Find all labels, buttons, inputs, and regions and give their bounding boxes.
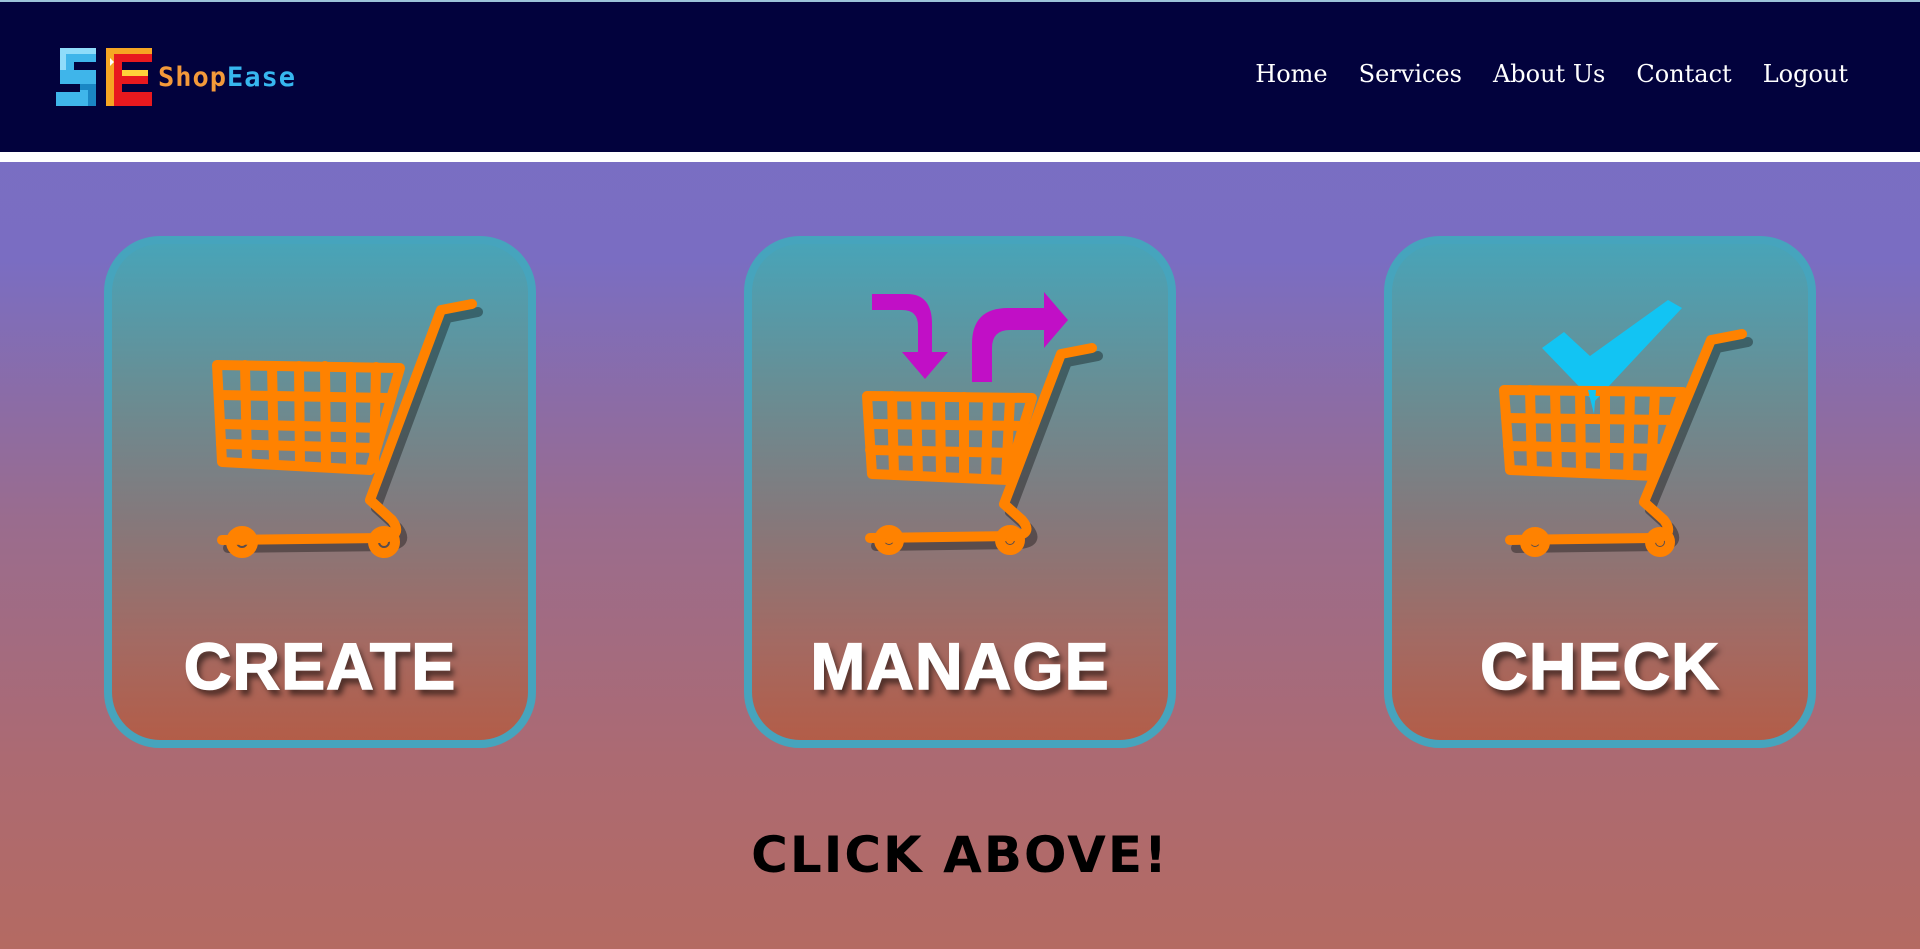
main-nav: Home Services About Us Contact Logout	[1255, 60, 1848, 88]
nav-logout[interactable]: Logout	[1763, 60, 1848, 88]
nav-contact[interactable]: Contact	[1636, 60, 1731, 88]
create-card[interactable]: CREATE	[104, 236, 536, 748]
se-logo-icon	[56, 48, 152, 106]
click-above-prompt: CLICK ABOVE!	[751, 826, 1169, 884]
nav-services[interactable]: Services	[1359, 60, 1462, 88]
navbar-divider	[0, 152, 1920, 162]
brand-name-shop: Shop	[158, 61, 228, 93]
cart-arrows-icon	[862, 292, 1103, 555]
brand-logo[interactable]: ShopEase	[52, 44, 296, 110]
nav-home[interactable]: Home	[1255, 60, 1327, 88]
cart-check-icon	[1499, 300, 1753, 557]
brand-name-ease: Ease	[227, 61, 297, 93]
check-card[interactable]: CHECK	[1384, 236, 1816, 748]
nav-about-us[interactable]: About Us	[1493, 60, 1605, 88]
shopping-cart-icon	[212, 299, 483, 558]
manage-card-label: MANAGE	[810, 628, 1110, 704]
check-card-label: CHECK	[1479, 628, 1720, 704]
brand-name: ShopEase	[158, 62, 296, 93]
create-card-label: CREATE	[183, 628, 457, 704]
navbar: ShopEase Home Services About Us Contact …	[0, 2, 1920, 152]
manage-card[interactable]: MANAGE	[744, 236, 1176, 748]
